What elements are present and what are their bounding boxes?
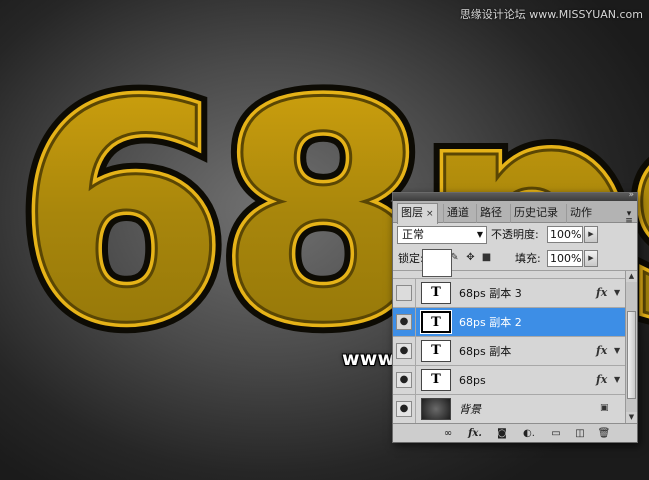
- tab-actions[interactable]: 动作: [566, 204, 595, 223]
- blend-mode-value: 正常: [402, 228, 424, 241]
- tab-channels-label: 通道: [447, 206, 469, 219]
- layer-row[interactable]: ● T 68ps 副本 fx ▼: [393, 337, 625, 366]
- lock-icon: ▣: [600, 403, 609, 413]
- layer-name[interactable]: 68ps 副本 3: [459, 279, 522, 308]
- fx-icon[interactable]: fx: [596, 286, 607, 299]
- layer-thumbnail: [422, 249, 452, 277]
- text-layer-thumbnail: T: [421, 340, 451, 362]
- panel-titlebar[interactable]: »: [393, 193, 637, 201]
- layer-row[interactable]: T 68ps 副本 3 fx ▼: [393, 279, 625, 308]
- visibility-toggle[interactable]: [396, 285, 412, 301]
- tab-layers[interactable]: 图层 ×: [397, 203, 438, 224]
- scroll-up-icon[interactable]: ▲: [626, 271, 637, 282]
- row-divider: [415, 308, 416, 337]
- tab-history-label: 历史记录: [514, 206, 558, 219]
- eye-icon[interactable]: ●: [396, 401, 412, 417]
- tab-channels[interactable]: 通道: [443, 204, 472, 223]
- collapse-icon[interactable]: »: [628, 193, 634, 200]
- expand-effects-icon[interactable]: ▼: [614, 346, 620, 355]
- row-divider: [415, 395, 416, 424]
- tab-paths[interactable]: 路径: [476, 204, 505, 223]
- tab-actions-label: 动作: [570, 206, 592, 219]
- layer-name[interactable]: 68ps 副本 2: [459, 308, 522, 337]
- tab-paths-label: 路径: [480, 206, 502, 219]
- fx-icon[interactable]: fx: [596, 373, 607, 386]
- layer-name[interactable]: 背景: [459, 395, 481, 424]
- text-layer-thumbnail: T: [420, 310, 452, 334]
- layer-row-background[interactable]: ● 背景 ▣: [393, 395, 625, 424]
- eye-icon[interactable]: ●: [396, 314, 412, 330]
- opacity-label: 不透明度:: [491, 228, 539, 241]
- scroll-thumb[interactable]: [627, 311, 636, 399]
- folder-icon[interactable]: ▭: [549, 427, 563, 441]
- tab-close-icon[interactable]: ×: [426, 209, 434, 219]
- row-divider: [415, 279, 416, 308]
- blend-row: 正常 ▼ 不透明度: 100% ▶: [393, 223, 637, 247]
- opacity-slider-icon[interactable]: ▶: [584, 226, 598, 243]
- blend-mode-select[interactable]: 正常 ▼: [397, 226, 487, 244]
- fill-slider-icon[interactable]: ▶: [584, 250, 598, 267]
- trash-icon[interactable]: 🗑: [597, 427, 611, 441]
- background-thumbnail: [421, 398, 451, 420]
- fill-input[interactable]: 100%: [547, 250, 583, 267]
- expand-effects-icon[interactable]: ▼: [614, 288, 620, 297]
- lock-move-icon[interactable]: ✥: [465, 252, 476, 263]
- new-layer-icon[interactable]: ◫: [573, 427, 587, 441]
- tab-history[interactable]: 历史记录: [510, 204, 561, 223]
- panel-bottom-toolbar: ∞ fx. ◙ ◐. ▭ ◫ 🗑: [393, 423, 637, 442]
- layer-name[interactable]: 68ps 副本: [459, 337, 511, 366]
- layers-panel: » 图层 × 通道 路径 历史记录 动作 ▾ ≡ 正常 ▼ 不透明度: 100% ▶…: [392, 192, 638, 443]
- tab-layers-label: 图层: [401, 206, 423, 219]
- fx-icon[interactable]: fx.: [467, 427, 483, 441]
- row-divider: [415, 366, 416, 395]
- panel-tabs: 图层 × 通道 路径 历史记录 动作 ▾ ≡: [393, 201, 637, 226]
- link-layers-icon[interactable]: ∞: [441, 427, 455, 441]
- layer-row[interactable]: ● T 68ps fx ▼: [393, 366, 625, 395]
- eye-icon[interactable]: ●: [396, 372, 412, 388]
- opacity-input[interactable]: 100%: [547, 226, 583, 243]
- text-layer-thumbnail: T: [421, 369, 451, 391]
- layer-name[interactable]: 68ps: [459, 366, 486, 395]
- layers-list: T 68ps 副本 3 fx ▼ ● T 68ps 副本 2 ● T 68ps …: [393, 249, 625, 424]
- lock-all-icon[interactable]: ■: [481, 252, 492, 263]
- fx-icon[interactable]: fx: [596, 344, 607, 357]
- layer-row-selected[interactable]: ● T 68ps 副本 2: [393, 308, 625, 337]
- fill-label: 填充:: [515, 252, 541, 265]
- adjustment-icon[interactable]: ◐.: [521, 427, 537, 441]
- chevron-down-icon: ▼: [476, 230, 483, 239]
- expand-effects-icon[interactable]: ▼: [614, 375, 620, 384]
- mask-icon[interactable]: ◙: [495, 427, 509, 441]
- row-divider: [415, 337, 416, 366]
- lock-label: 锁定:: [398, 252, 424, 265]
- text-layer-thumbnail: T: [421, 282, 451, 304]
- watermark-text: 思缘设计论坛 www.MISSYUAN.com: [459, 8, 643, 21]
- eye-icon[interactable]: ●: [396, 343, 412, 359]
- scroll-down-icon[interactable]: ▼: [626, 412, 637, 423]
- layer-row-partial[interactable]: [393, 249, 625, 279]
- layers-scrollbar[interactable]: ▲ ▼: [625, 271, 637, 423]
